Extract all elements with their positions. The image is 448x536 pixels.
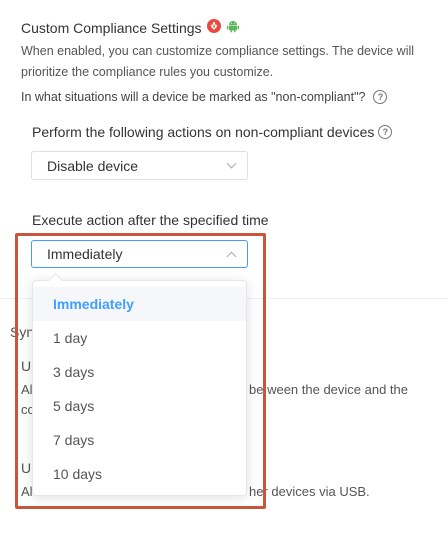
help-icon[interactable]: ? [373,90,388,104]
chevron-down-icon [226,158,237,169]
action-select-value: Disable device [47,157,139,174]
section-title: Custom Compliance Settings [21,19,240,36]
section-description: When enabled, you can customize complian… [21,44,415,79]
help-icon[interactable]: ? [378,125,393,139]
action-select[interactable]: Disable device [31,151,248,180]
action-label: Perform the following actions on non-com… [32,124,393,140]
item1-line1-suffix: be ween the device and the [249,382,409,397]
action-label-text: Perform the following actions on non-com… [32,124,375,140]
question-text: In what situations will a device be mark… [21,90,366,104]
android-icon [226,19,240,36]
noncompliant-question: In what situations will a device be mark… [21,90,388,104]
item2-line-suffix: her devices via USB. [249,484,370,499]
huawei-icon [206,19,221,36]
annotation-highlight-box [15,233,266,509]
time-label: Execute action after the specified time [32,212,269,228]
section-title-text: Custom Compliance Settings [21,19,202,36]
